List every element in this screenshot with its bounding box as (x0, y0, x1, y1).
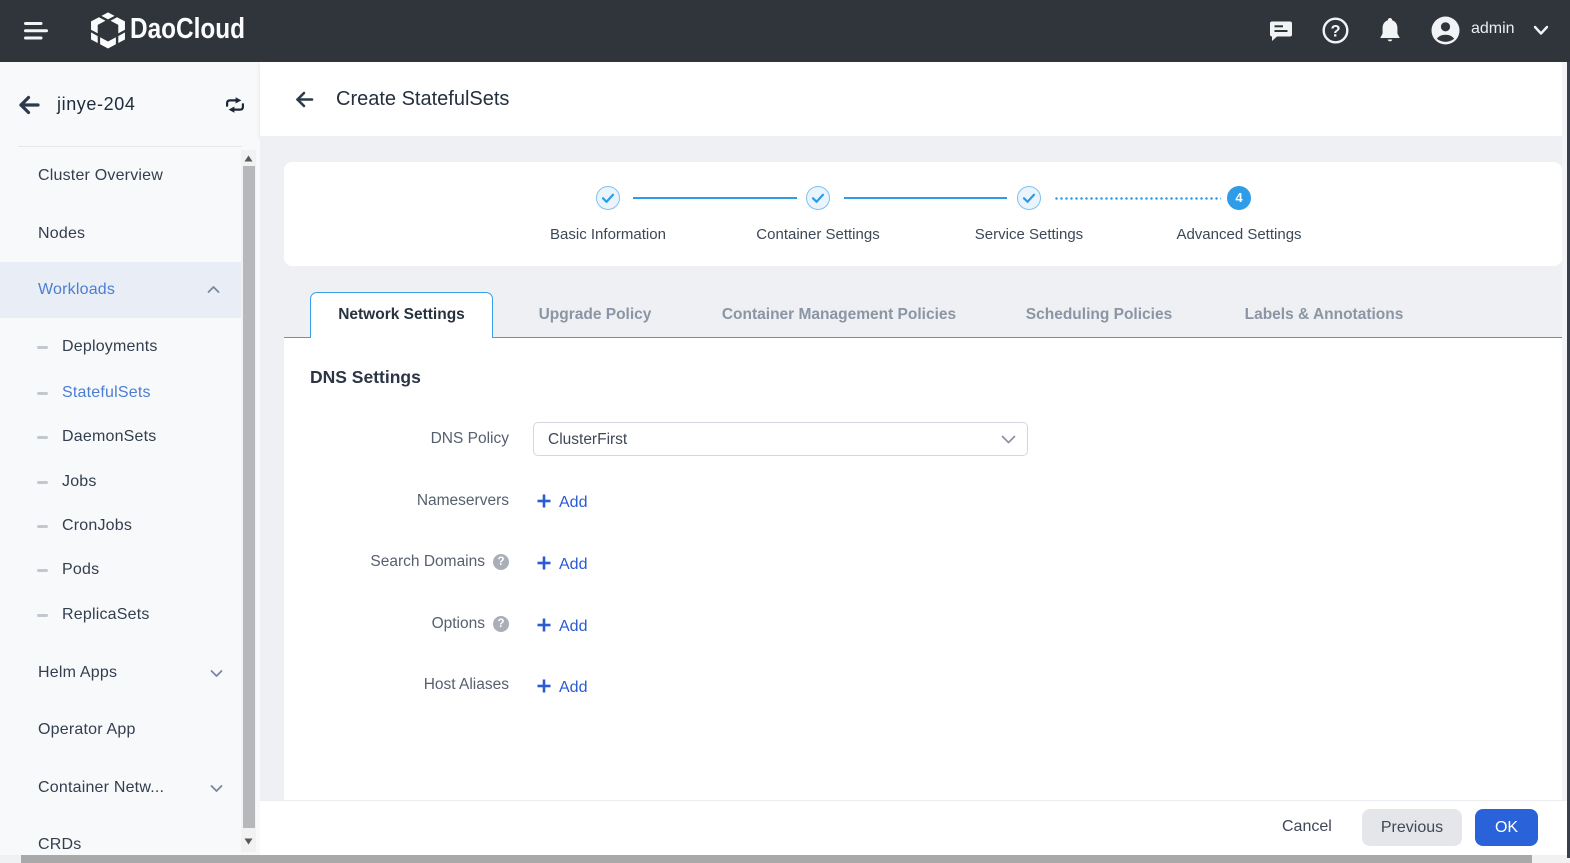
svg-text:?: ? (1330, 23, 1340, 41)
